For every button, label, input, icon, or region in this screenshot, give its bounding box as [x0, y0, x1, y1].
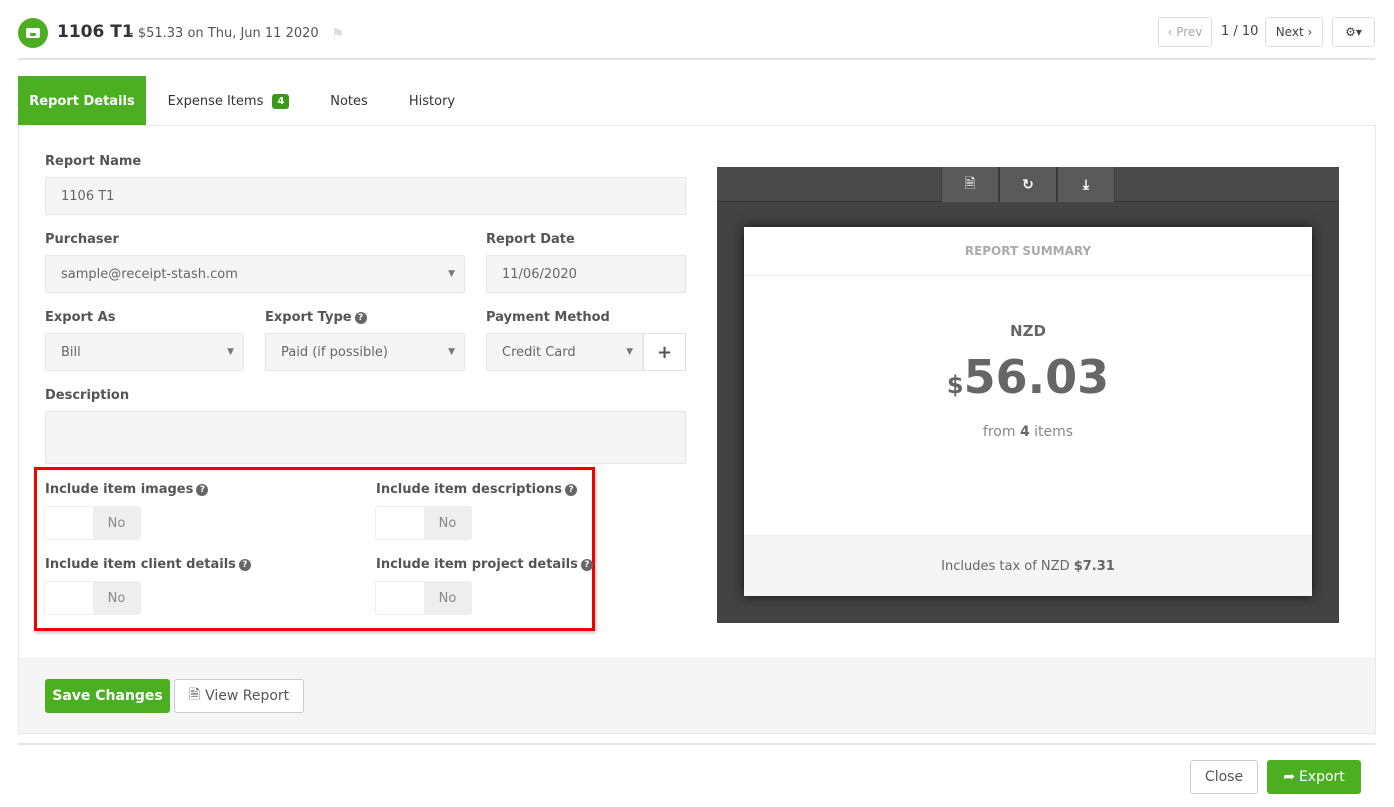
pdf-button[interactable]: 🗎	[941, 167, 999, 202]
summary-currency: NZD	[1010, 322, 1046, 340]
download-icon: ⤓	[1082, 176, 1090, 193]
close-button[interactable]: Close	[1190, 760, 1258, 794]
include-images-toggle[interactable]: No	[44, 506, 141, 540]
export-type-label-text: Export Type	[265, 310, 352, 325]
tab-label: Report Details	[29, 93, 135, 109]
report-date-value: 11/06/2020	[502, 266, 577, 282]
tab-expense-items[interactable]: Expense Items 4	[156, 76, 301, 126]
gear-icon: ⚙▾	[1345, 25, 1362, 39]
tax-label: Includes tax of NZD	[941, 558, 1070, 574]
report-preview: 🗎 ↻ ⤓ REPORT SUMMARY NZD $56.03 from 4 i…	[717, 167, 1339, 623]
export-type-value: Paid (if possible)	[281, 344, 388, 360]
report-name-label: Report Name	[45, 154, 142, 169]
toggle-state: No	[424, 582, 471, 614]
summary-title: REPORT SUMMARY	[744, 227, 1312, 276]
caret-down-icon: ▼	[626, 347, 633, 357]
export-label: Export	[1298, 769, 1345, 785]
share-icon: ➦	[1283, 769, 1295, 785]
export-as-label: Export As	[45, 310, 116, 325]
include-client-details-label: Include item client details?	[45, 557, 251, 572]
help-icon[interactable]: ?	[238, 559, 251, 571]
toggle-state: No	[93, 507, 140, 539]
tab-label: Expense Items	[167, 93, 264, 109]
tab-history[interactable]: History	[396, 76, 468, 126]
tab-report-details[interactable]: Report Details	[18, 76, 146, 126]
report-name-value: 1106 T1	[61, 188, 115, 204]
items-text: items	[1034, 424, 1074, 440]
next-button[interactable]: Next ›	[1265, 17, 1323, 47]
save-changes-button[interactable]: Save Changes	[45, 679, 170, 713]
payment-method-label: Payment Method	[486, 310, 610, 325]
report-name-input[interactable]: 1106 T1	[45, 177, 686, 215]
help-icon[interactable]: ?	[565, 484, 578, 496]
currency-symbol: $	[946, 371, 964, 399]
summary-tax: Includes tax of NZD $7.31	[744, 535, 1312, 596]
toggle-label: Include item project details	[376, 557, 578, 572]
flag-icon[interactable]: ⚑	[331, 25, 344, 43]
toggle-state: No	[93, 582, 140, 614]
include-project-details-toggle[interactable]: No	[375, 581, 472, 615]
from-text: from	[982, 424, 1016, 440]
tab-notes[interactable]: Notes	[316, 76, 382, 126]
export-type-label: Export Type?	[265, 310, 367, 325]
prev-button[interactable]: ‹ Prev	[1158, 17, 1212, 47]
pdf-file-icon: 🗎	[188, 687, 201, 703]
view-report-label: View Report	[205, 688, 290, 704]
refresh-button[interactable]: ↻	[999, 167, 1057, 202]
description-label: Description	[45, 388, 130, 403]
report-date-label: Report Date	[486, 232, 575, 247]
settings-dropdown[interactable]: ⚙▾	[1332, 17, 1375, 47]
payment-method-select[interactable]: Credit Card ▼	[486, 333, 643, 371]
help-icon[interactable]: ?	[354, 312, 367, 324]
include-images-label: Include item images?	[45, 482, 209, 497]
caret-down-icon: ▼	[448, 347, 455, 357]
view-report-button[interactable]: 🗎 View Report	[174, 679, 304, 713]
include-descriptions-toggle[interactable]: No	[375, 506, 472, 540]
pagination-counter: 1 / 10	[1221, 24, 1259, 39]
include-project-details-label: Include item project details?	[376, 557, 593, 572]
export-type-select[interactable]: Paid (if possible) ▼	[265, 333, 465, 371]
purchaser-select[interactable]: sample@receipt-stash.com ▼	[45, 255, 465, 293]
report-date-input[interactable]: 11/06/2020	[486, 255, 686, 293]
description-textarea[interactable]	[45, 411, 686, 464]
refresh-icon: ↻	[1022, 176, 1034, 193]
export-as-select[interactable]: Bill ▼	[45, 333, 244, 371]
bottom-divider	[18, 743, 1375, 745]
toggle-label: Include item client details	[45, 557, 236, 572]
download-button[interactable]: ⤓	[1057, 167, 1115, 202]
toggle-label: Include item images	[45, 482, 194, 497]
caret-down-icon: ▼	[227, 347, 234, 357]
toggle-state: No	[424, 507, 471, 539]
summary-total: $56.03	[744, 350, 1312, 404]
purchaser-label: Purchaser	[45, 232, 119, 247]
header-divider	[18, 58, 1375, 60]
report-summary-card: REPORT SUMMARY NZD $56.03 from 4 items I…	[744, 227, 1312, 596]
expense-count-badge: 4	[272, 93, 290, 109]
payment-method-value: Credit Card	[502, 344, 576, 360]
caret-down-icon: ▼	[448, 269, 455, 279]
help-icon[interactable]: ?	[580, 559, 593, 571]
page-subtitle: - $51.33 on Thu, Jun 11 2020	[129, 26, 319, 41]
include-descriptions-label: Include item descriptions?	[376, 482, 578, 497]
help-icon[interactable]: ?	[196, 484, 209, 496]
export-button[interactable]: ➦ Export	[1267, 760, 1361, 794]
pdf-file-icon: 🗎	[964, 175, 976, 192]
tab-label: Notes	[330, 93, 368, 109]
app-logo-icon	[18, 18, 48, 48]
summary-item-count: from 4 items	[744, 424, 1312, 440]
export-as-value: Bill	[61, 344, 81, 360]
tax-amount: $7.31	[1073, 558, 1115, 574]
page-title: 1106 T1	[57, 22, 134, 42]
summary-amount: 56.03	[963, 350, 1110, 404]
add-payment-method-button[interactable]: +	[643, 333, 686, 371]
item-count: 4	[1019, 424, 1030, 440]
purchaser-value: sample@receipt-stash.com	[61, 266, 238, 282]
toggle-label: Include item descriptions	[376, 482, 563, 497]
tab-label: History	[408, 93, 456, 109]
include-client-details-toggle[interactable]: No	[44, 581, 141, 615]
